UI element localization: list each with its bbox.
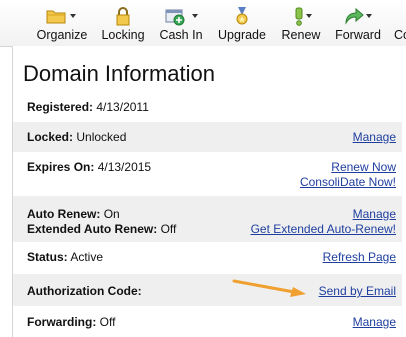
forward-arrow-icon [345,7,364,25]
toolbar-more-label: Co [394,28,406,42]
toolbar-forward-label: Forward [335,28,381,42]
forwarding-value: Off [99,315,116,329]
consolidate-now-link[interactable]: ConsoliDate Now! [300,175,396,189]
refresh-page-link[interactable]: Refresh Page [323,250,396,264]
extended-auto-renew-label: Extended Auto Renew: [27,222,158,236]
toolbar-organize-button[interactable]: Organize [34,4,90,44]
page-title: Domain Information [23,61,215,86]
auto-renew-field: Auto Renew: On [27,207,120,221]
chevron-down-icon [70,14,76,18]
locked-value: Unlocked [76,130,127,144]
status-field: Status: Active [27,250,103,264]
registered-row: Registered: 4/13/2011 [13,92,402,122]
registered-field: Registered: 4/13/2011 [27,100,149,114]
registered-label: Registered: [27,100,94,114]
annotation-arrow-icon [232,279,306,297]
domain-information-panel: Domain Information Registered: 4/13/2011… [12,46,406,337]
forwarding-field: Forwarding: Off [27,315,115,329]
toolbar-cash-in-label: Cash In [159,28,203,42]
manage-auto-renew-link[interactable]: Manage [353,207,396,221]
get-extended-auto-renew-link[interactable]: Get Extended Auto-Renew! [251,222,396,236]
chevron-down-icon [306,14,312,18]
authorization-code-row: Authorization Code: Send by Email [13,274,402,306]
status-label: Status: [27,250,68,264]
extended-auto-renew-field: Extended Auto Renew: Off [27,222,176,236]
auto-renew-row: Auto Renew: On Extended Auto Renew: Off … [13,196,402,242]
chevron-down-icon [192,14,198,18]
registered-value: 4/13/2011 [96,100,149,114]
auto-renew-label: Auto Renew: [27,207,101,221]
renew-now-link[interactable]: Renew Now [331,160,396,174]
status-row: Status: Active Refresh Page [13,242,402,274]
toolbar-renew-label: Renew [281,28,321,42]
status-value: Active [70,250,104,264]
cash-in-icon [165,9,185,26]
toolbar-organize-label: Organize [36,28,88,42]
forwarding-row: Forwarding: Off Manage [13,306,402,337]
toolbar-forward-button[interactable]: Forward [331,4,385,44]
toolbar-upgrade-button[interactable]: Upgrade [214,4,270,44]
chevron-down-icon [366,14,372,18]
folder-icon [46,10,66,24]
toolbar-renew-button[interactable]: Renew [278,4,324,44]
locked-label: Locked: [27,130,74,144]
toolbar-upgrade-label: Upgrade [218,28,266,42]
expires-value: 4/13/2015 [97,160,152,174]
manage-forwarding-link[interactable]: Manage [353,315,396,329]
toolbar-locking-label: Locking [101,28,145,42]
extended-auto-renew-value: Off [160,222,177,236]
toolbar-more-button[interactable]: Co [392,4,406,44]
expires-field: Expires On: 4/13/2015 [27,160,151,174]
toolbar-locking-button[interactable]: Locking [98,4,148,44]
manage-lock-link[interactable]: Manage [353,130,396,144]
authorization-code-label: Authorization Code: [27,284,142,298]
toolbar: Organize Locking Cash In Upgrade Renew F… [0,0,406,47]
auto-renew-value: On [103,207,120,221]
expires-row: Expires On: 4/13/2015 Renew Now ConsoliD… [13,152,402,196]
medal-icon [236,7,248,25]
toolbar-cash-in-button[interactable]: Cash In [155,4,207,44]
lock-icon [116,7,130,26]
send-by-email-link[interactable]: Send by Email [319,284,396,298]
locked-field: Locked: Unlocked [27,130,126,144]
expires-label: Expires On: [27,160,95,174]
locked-row: Locked: Unlocked Manage [13,122,402,152]
authorization-code-field: Authorization Code: [27,284,142,298]
forwarding-label: Forwarding: [27,315,97,329]
